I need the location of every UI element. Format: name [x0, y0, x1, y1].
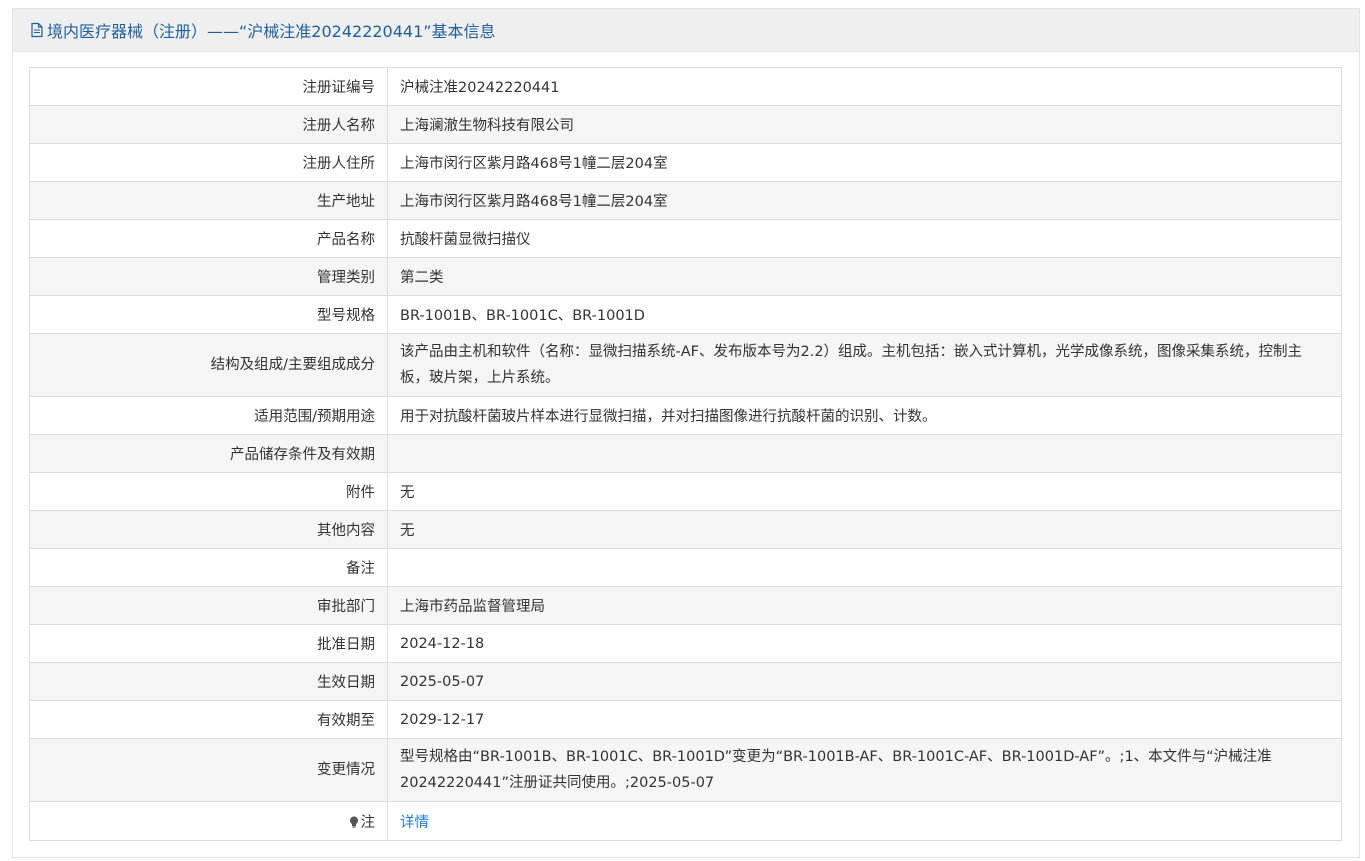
table-row: 型号规格 BR-1001B、BR-1001C、BR-1001D — [29, 295, 1342, 334]
note-label-cell: 注 — [29, 801, 388, 841]
table-row: 产品名称 抗酸杆菌显微扫描仪 — [29, 219, 1342, 258]
page-title: 境内医疗器械（注册）——“沪械注准20242220441”基本信息 — [47, 22, 496, 41]
row-label: 备注 — [29, 548, 388, 587]
row-value: 2029-12-17 — [387, 700, 1342, 739]
row-value: BR-1001B、BR-1001C、BR-1001D — [387, 295, 1342, 334]
info-table: 注册证编号 沪械注准20242220441 注册人名称 上海澜澈生物科技有限公司… — [29, 67, 1342, 841]
row-label: 结构及组成/主要组成成分 — [29, 333, 388, 397]
table-row: 注册人住所 上海市闵行区紫月路468号1幢二层204室 — [29, 143, 1342, 182]
row-label: 型号规格 — [29, 295, 388, 334]
row-label: 有效期至 — [29, 700, 388, 739]
row-value: 上海澜澈生物科技有限公司 — [387, 105, 1342, 144]
note-label: 注 — [360, 814, 376, 831]
row-label: 生效日期 — [29, 662, 388, 701]
table-row: 注册人名称 上海澜澈生物科技有限公司 — [29, 105, 1342, 144]
row-value: 上海市药品监督管理局 — [387, 586, 1342, 625]
table-row: 结构及组成/主要组成成分 该产品由主机和软件（名称：显微扫描系统-AF、发布版本… — [29, 333, 1342, 397]
row-value: 抗酸杆菌显微扫描仪 — [387, 219, 1342, 258]
row-value: 第二类 — [387, 257, 1342, 296]
table-row: 批准日期 2024-12-18 — [29, 624, 1342, 663]
row-label: 审批部门 — [29, 586, 388, 625]
row-label: 注册人住所 — [29, 143, 388, 182]
row-value: 沪械注准20242220441 — [387, 67, 1342, 106]
table-row: 其他内容 无 — [29, 510, 1342, 549]
row-value — [387, 548, 1342, 587]
note-row: 注 详情 — [29, 801, 1342, 841]
detail-panel: 境内医疗器械（注册）——“沪械注准20242220441”基本信息 注册证编号 … — [12, 8, 1360, 858]
row-value: 无 — [387, 472, 1342, 511]
row-value: 上海市闵行区紫月路468号1幢二层204室 — [387, 181, 1342, 220]
row-value: 上海市闵行区紫月路468号1幢二层204室 — [387, 143, 1342, 182]
table-row: 生效日期 2025-05-07 — [29, 662, 1342, 701]
table-row: 审批部门 上海市药品监督管理局 — [29, 586, 1342, 625]
row-value: 型号规格由“BR-1001B、BR-1001C、BR-1001D”变更为“BR-… — [387, 738, 1342, 802]
row-label: 生产地址 — [29, 181, 388, 220]
details-link[interactable]: 详情 — [400, 815, 429, 831]
table-row: 适用范围/预期用途 用于对抗酸杆菌玻片样本进行显微扫描，并对扫描图像进行抗酸杆菌… — [29, 396, 1342, 435]
table-row: 产品储存条件及有效期 — [29, 434, 1342, 473]
table-row: 变更情况 型号规格由“BR-1001B、BR-1001C、BR-1001D”变更… — [29, 738, 1342, 802]
table-row: 管理类别 第二类 — [29, 257, 1342, 296]
info-table-wrap: 注册证编号 沪械注准20242220441 注册人名称 上海澜澈生物科技有限公司… — [29, 67, 1342, 841]
row-value: 该产品由主机和软件（名称：显微扫描系统-AF、发布版本号为2.2）组成。主机包括… — [387, 333, 1342, 397]
row-label: 其他内容 — [29, 510, 388, 549]
lightbulb-icon — [349, 816, 359, 828]
row-label: 注册证编号 — [29, 67, 388, 106]
row-value — [387, 434, 1342, 473]
table-row: 生产地址 上海市闵行区紫月路468号1幢二层204室 — [29, 181, 1342, 220]
row-value: 用于对抗酸杆菌玻片样本进行显微扫描，并对扫描图像进行抗酸杆菌的识别、计数。 — [387, 396, 1342, 435]
row-label: 管理类别 — [29, 257, 388, 296]
row-value: 2024-12-18 — [387, 624, 1342, 663]
row-label: 变更情况 — [29, 738, 388, 802]
table-row: 有效期至 2029-12-17 — [29, 700, 1342, 739]
table-row: 附件 无 — [29, 472, 1342, 511]
row-label: 注册人名称 — [29, 105, 388, 144]
panel-header: 境内医疗器械（注册）——“沪械注准20242220441”基本信息 — [13, 9, 1359, 52]
note-value: 详情 — [387, 801, 1342, 841]
table-row: 注册证编号 沪械注准20242220441 — [29, 67, 1342, 106]
row-label: 适用范围/预期用途 — [29, 396, 388, 435]
row-value: 无 — [387, 510, 1342, 549]
table-row: 备注 — [29, 548, 1342, 587]
row-label: 批准日期 — [29, 624, 388, 663]
row-label: 产品储存条件及有效期 — [29, 434, 388, 473]
document-icon — [29, 22, 45, 38]
row-label: 附件 — [29, 472, 388, 511]
row-label: 产品名称 — [29, 219, 388, 258]
row-value: 2025-05-07 — [387, 662, 1342, 701]
